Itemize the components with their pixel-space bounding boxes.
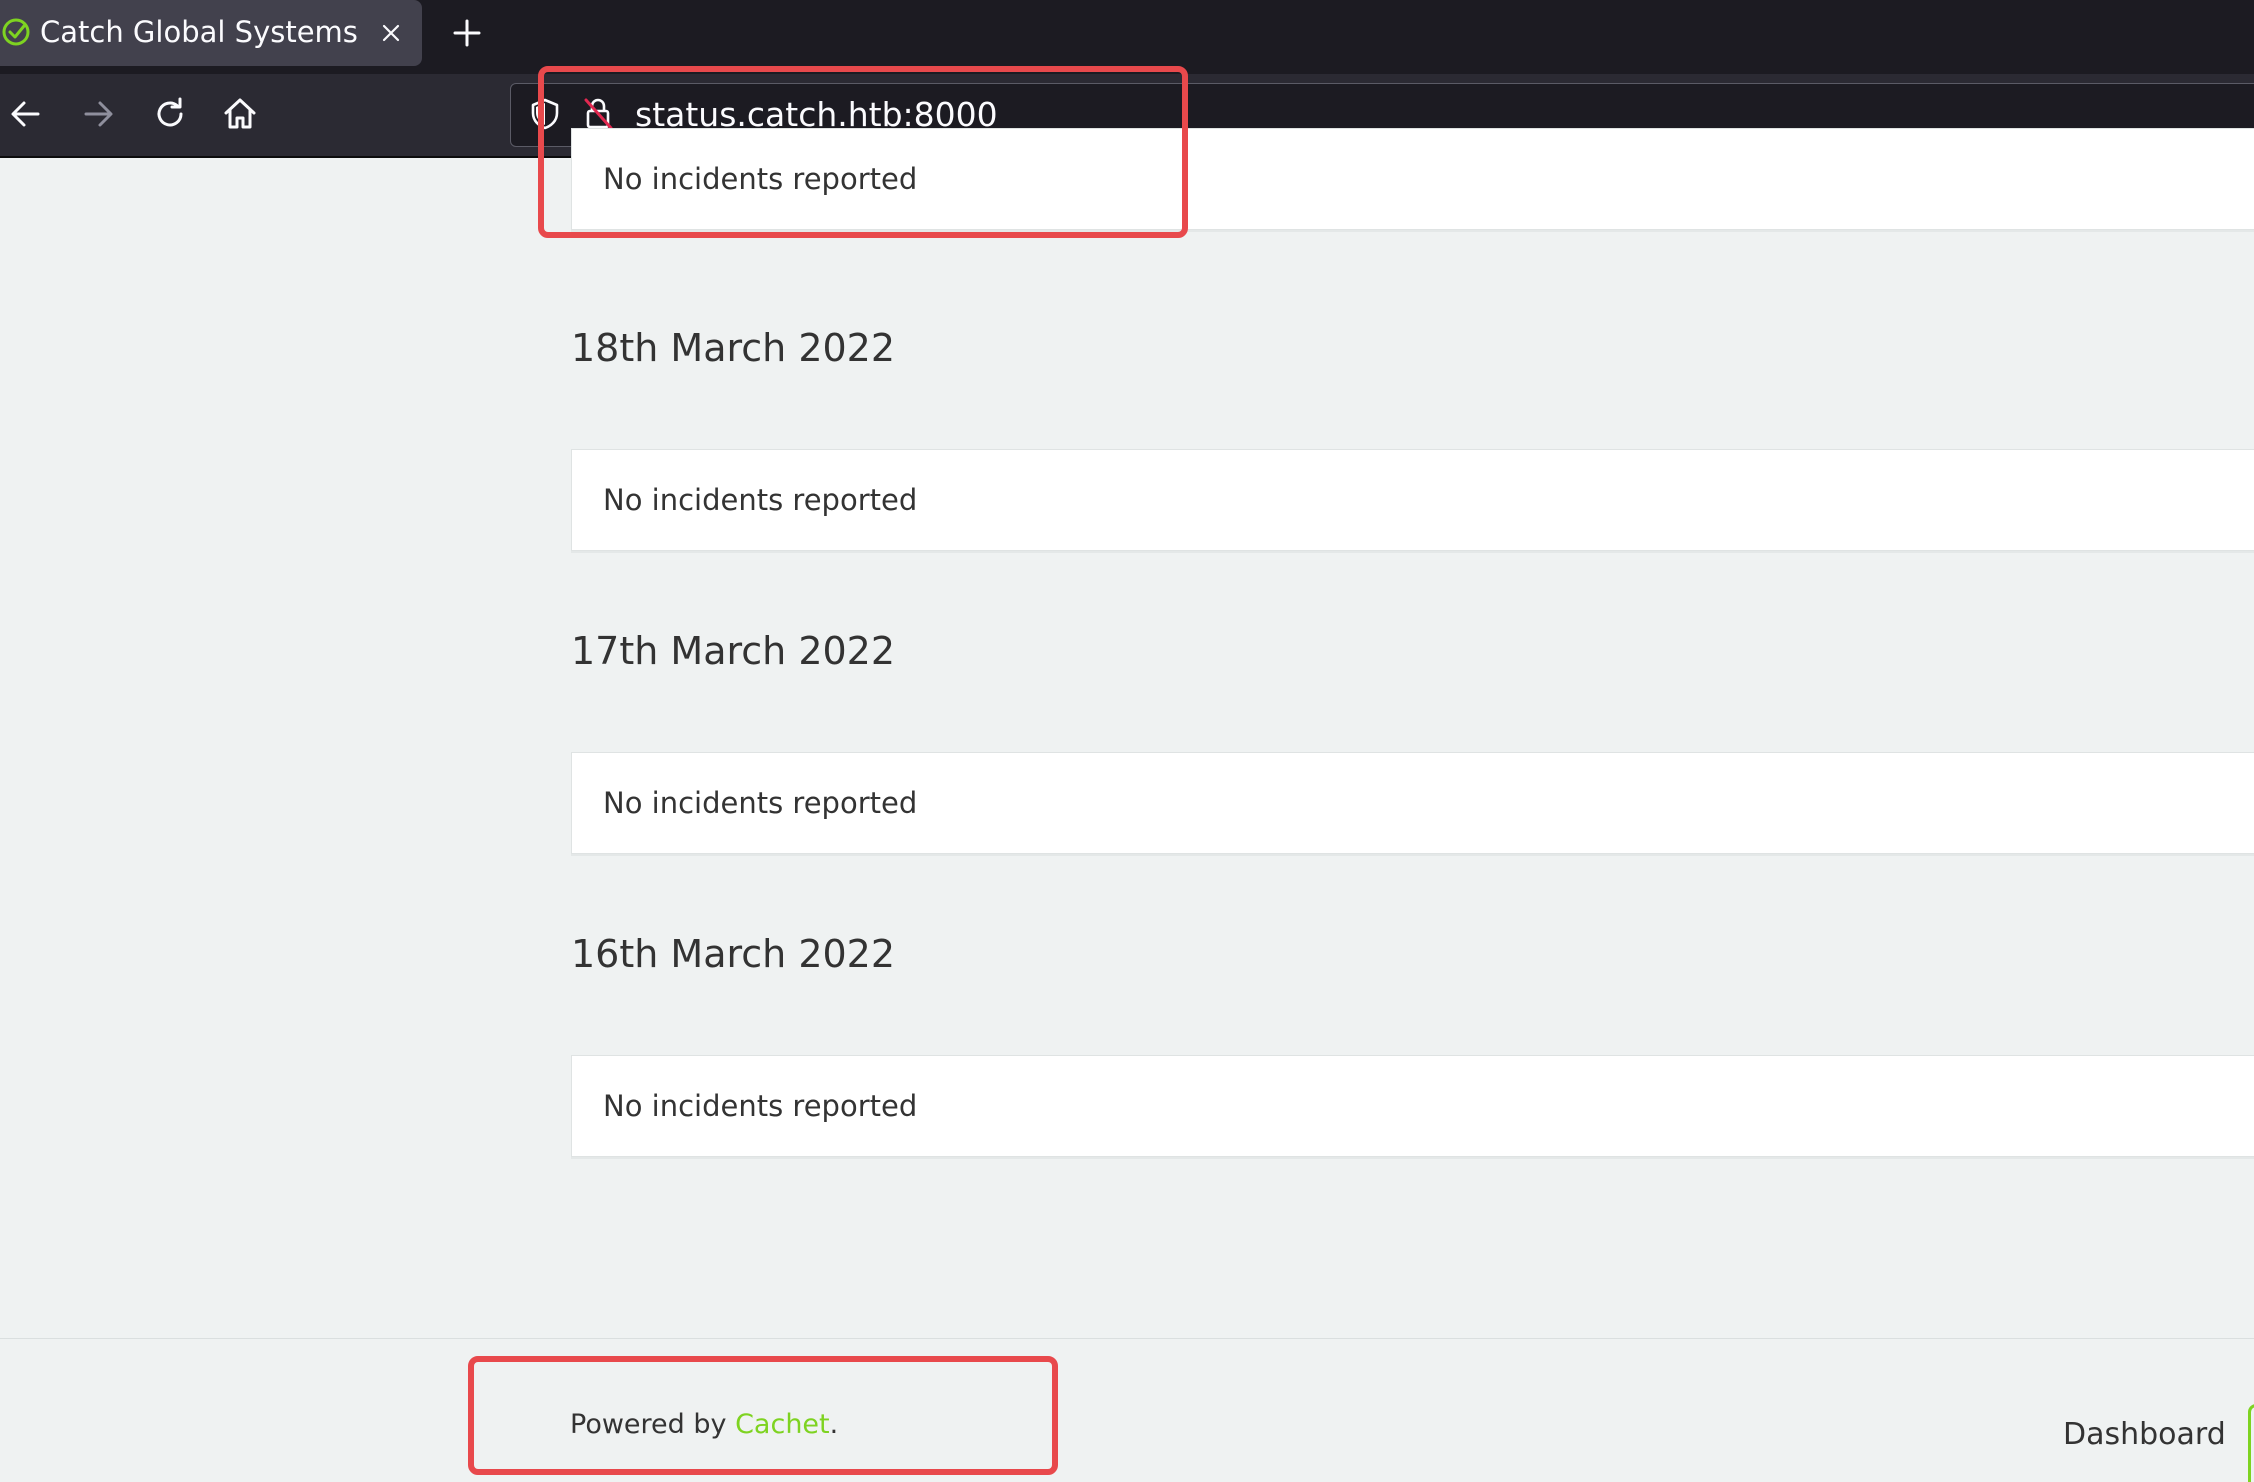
date-heading: 16th March 2022 [571,932,896,976]
shield-icon[interactable] [529,97,561,131]
forward-arrow-icon[interactable] [78,94,118,134]
home-icon[interactable] [220,94,260,134]
incident-message: No incidents reported [603,162,918,196]
back-arrow-icon[interactable] [6,94,46,134]
check-circle-icon [2,18,30,46]
insecure-lock-icon[interactable] [581,96,615,132]
date-heading: 17th March 2022 [571,629,896,673]
incident-message: No incidents reported [603,1089,918,1123]
incident-message: No incidents reported [603,786,918,820]
incident-panel: No incidents reported [571,1055,2254,1157]
date-heading: 18th March 2022 [571,326,896,370]
incident-message: No incidents reported [603,483,918,517]
incident-panel: No incidents reported [571,449,2254,551]
footer-button-edge[interactable] [2248,1404,2254,1482]
dashboard-link[interactable]: Dashboard [2063,1417,2226,1452]
plus-icon[interactable] [450,16,484,50]
reload-icon[interactable] [150,94,190,134]
page-footer: Powered by Cachet. Dashboard [0,1338,2254,1482]
browser-tab[interactable]: Catch Global Systems [0,0,422,66]
status-page: No incidents reported 18th March 2022 No… [0,128,2254,1478]
powered-prefix: Powered by [570,1409,736,1440]
cachet-link[interactable]: Cachet [735,1409,830,1440]
tab-title: Catch Global Systems [40,15,358,49]
close-icon[interactable] [376,18,406,48]
browser-tab-strip: Catch Global Systems [0,0,2254,74]
incident-panel: No incidents reported [571,128,2254,230]
powered-by-text: Powered by Cachet. [570,1409,838,1440]
powered-suffix: . [829,1409,839,1440]
incident-panel: No incidents reported [571,752,2254,854]
